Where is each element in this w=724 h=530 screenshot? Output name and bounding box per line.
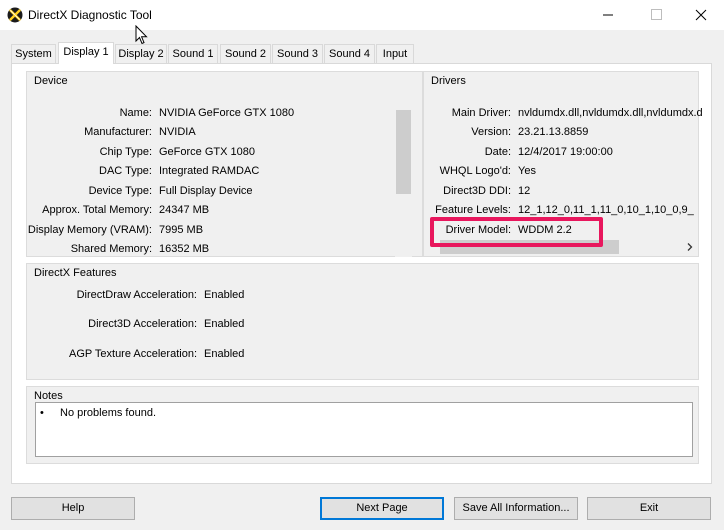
tab-input[interactable]: Input (376, 44, 414, 64)
note-text: No problems found. (60, 407, 156, 419)
directx-features-title: DirectX Features (34, 267, 117, 279)
device-type-value: Full Display Device (159, 185, 253, 197)
manufacturer-value: NVIDIA (159, 126, 196, 138)
notes-title: Notes (34, 390, 63, 402)
version-value: 23.21.13.8859 (518, 126, 589, 138)
shared-memory-value: 16352 MB (159, 243, 210, 255)
note-bullet: • (40, 407, 44, 419)
vram-label: Display Memory (VRAM): (27, 224, 152, 236)
shared-memory-label: Shared Memory: (70, 243, 152, 255)
driver-model-highlight (430, 217, 603, 247)
date-label: Date: (484, 146, 511, 158)
tab-sound-4[interactable]: Sound 4 (324, 44, 375, 64)
total-memory-label: Approx. Total Memory: (42, 204, 152, 216)
chip-type-value: GeForce GTX 1080 (159, 146, 255, 158)
agp-texture-value: Enabled (204, 348, 245, 360)
device-group: Device Name: NVIDIA GeForce GTX 1080 Man… (26, 71, 423, 257)
direct3d-ddi-value: 12 (518, 185, 531, 197)
vram-value: 7995 MB (159, 224, 204, 236)
whql-value: Yes (518, 165, 536, 177)
device-name-label: Name: (119, 107, 152, 119)
feature-levels-value: 12_1,12_0,11_1,11_0,10_1,10_0,9_ (518, 204, 694, 216)
exit-button[interactable]: Exit (587, 497, 711, 520)
feature-levels-label: Feature Levels: (435, 204, 511, 216)
device-group-title: Device (34, 75, 68, 87)
chevron-right-icon[interactable] (685, 242, 695, 252)
directdraw-value: Enabled (204, 289, 245, 301)
notes-text-box[interactable]: • No problems found. (35, 402, 693, 457)
directx-features-group: DirectX Features DirectDraw Acceleration… (26, 263, 699, 380)
display-tab-page: Device Name: NVIDIA GeForce GTX 1080 Man… (11, 63, 712, 484)
help-button[interactable]: Help (11, 497, 135, 520)
direct3d-ddi-label: Direct3D DDI: (443, 185, 511, 197)
agp-texture-label: AGP Texture Acceleration: (69, 348, 197, 360)
window-title: DirectX Diagnostic Tool (28, 8, 152, 22)
directx-x-icon (7, 7, 23, 23)
title-bar: DirectX Diagnostic Tool (0, 0, 724, 30)
dac-type-label: DAC Type: (99, 165, 152, 177)
device-type-label: Device Type: (88, 185, 152, 197)
mouse-cursor-icon (135, 25, 148, 45)
next-page-button[interactable]: Next Page (320, 497, 444, 520)
dac-type-value: Integrated RAMDAC (159, 165, 260, 177)
save-all-information-button[interactable]: Save All Information... (454, 497, 578, 520)
tab-sound-1[interactable]: Sound 1 (168, 44, 218, 64)
maximize-icon[interactable] (633, 0, 679, 30)
device-scrollbar[interactable] (395, 102, 412, 257)
tab-display-1[interactable]: Display 1 (58, 42, 114, 64)
tab-sound-2[interactable]: Sound 2 (220, 44, 271, 64)
drivers-group-title: Drivers (431, 75, 466, 87)
chip-type-label: Chip Type: (99, 146, 152, 158)
manufacturer-label: Manufacturer: (84, 126, 152, 138)
directdraw-label: DirectDraw Acceleration: (76, 289, 197, 301)
notes-group: Notes • No problems found. (26, 386, 699, 464)
tab-display-2[interactable]: Display 2 (115, 44, 167, 64)
device-name-value: NVIDIA GeForce GTX 1080 (159, 107, 295, 119)
device-scrollbar-thumb[interactable] (396, 110, 411, 194)
direct3d-value: Enabled (204, 318, 245, 330)
date-value: 12/4/2017 19:00:00 (518, 146, 613, 158)
main-driver-label: Main Driver: (451, 107, 511, 119)
tab-system[interactable]: System (11, 44, 56, 64)
main-driver-value: nvldumdx.dll,nvldumdx.dll,nvldumdx.d (518, 107, 703, 119)
whql-label: WHQL Logo'd: (439, 165, 511, 177)
minimize-icon[interactable] (585, 0, 631, 30)
tab-sound-3[interactable]: Sound 3 (272, 44, 323, 64)
total-memory-value: 24347 MB (159, 204, 210, 216)
version-label: Version: (471, 126, 511, 138)
close-icon[interactable] (678, 0, 724, 30)
direct3d-label: Direct3D Acceleration: (88, 318, 197, 330)
